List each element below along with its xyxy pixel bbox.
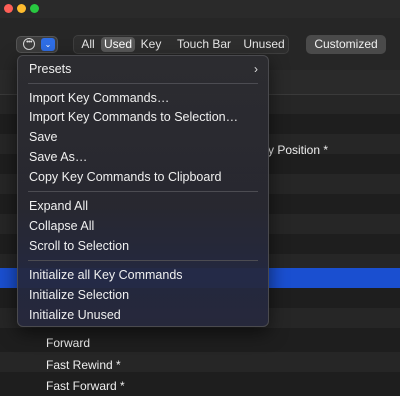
menu-item-import-key-commands[interactable]: Import Key Commands… — [29, 89, 169, 107]
menu-item-import-to-selection[interactable]: Import Key Commands to Selection… — [29, 108, 238, 126]
command-fast-rewind[interactable]: Fast Rewind * — [46, 358, 121, 372]
menu-item-scroll-to-selection[interactable]: Scroll to Selection — [29, 237, 129, 255]
command-name-partial: y Position * — [268, 143, 329, 157]
filter-all[interactable]: All — [77, 37, 99, 52]
menu-item-expand-all[interactable]: Expand All — [29, 197, 88, 215]
minimize-window-button[interactable] — [17, 4, 26, 13]
menu-item-save-as[interactable]: Save As… — [29, 148, 87, 166]
options-popup-menu: Presets › Import Key Commands… Import Ke… — [17, 55, 269, 327]
options-menu-button[interactable]: ••• ⌄ — [16, 36, 58, 53]
zoom-window-button[interactable] — [30, 4, 39, 13]
title-bar — [0, 0, 400, 18]
more-options-icon: ••• — [23, 38, 35, 50]
chevron-right-icon: › — [254, 62, 258, 76]
menu-item-copy-to-clipboard[interactable]: Copy Key Commands to Clipboard — [29, 168, 221, 186]
filter-key[interactable]: Key — [138, 37, 164, 52]
customized-button[interactable]: Customized — [306, 35, 386, 54]
menu-separator — [28, 260, 258, 261]
filter-segmented-control: All Used Key Touch Bar Unused — [73, 35, 289, 54]
command-fast-forward[interactable]: Fast Forward * — [46, 379, 125, 393]
menu-item-collapse-all[interactable]: Collapse All — [29, 217, 94, 235]
menu-item-initialize-all[interactable]: Initialize all Key Commands — [29, 266, 183, 284]
menu-item-save[interactable]: Save — [29, 128, 58, 146]
filter-touch-bar[interactable]: Touch Bar — [171, 37, 237, 52]
command-forward[interactable]: Forward — [46, 336, 90, 350]
chevron-down-icon: ⌄ — [41, 38, 55, 51]
filter-unused[interactable]: Unused — [241, 37, 287, 52]
menu-item-initialize-selection[interactable]: Initialize Selection — [29, 286, 129, 304]
menu-separator — [28, 83, 258, 84]
close-window-button[interactable] — [4, 4, 13, 13]
menu-separator — [28, 191, 258, 192]
filter-used[interactable]: Used — [101, 37, 135, 52]
menu-item-initialize-unused[interactable]: Initialize Unused — [29, 306, 121, 324]
menu-item-presets[interactable]: Presets — [29, 60, 71, 78]
